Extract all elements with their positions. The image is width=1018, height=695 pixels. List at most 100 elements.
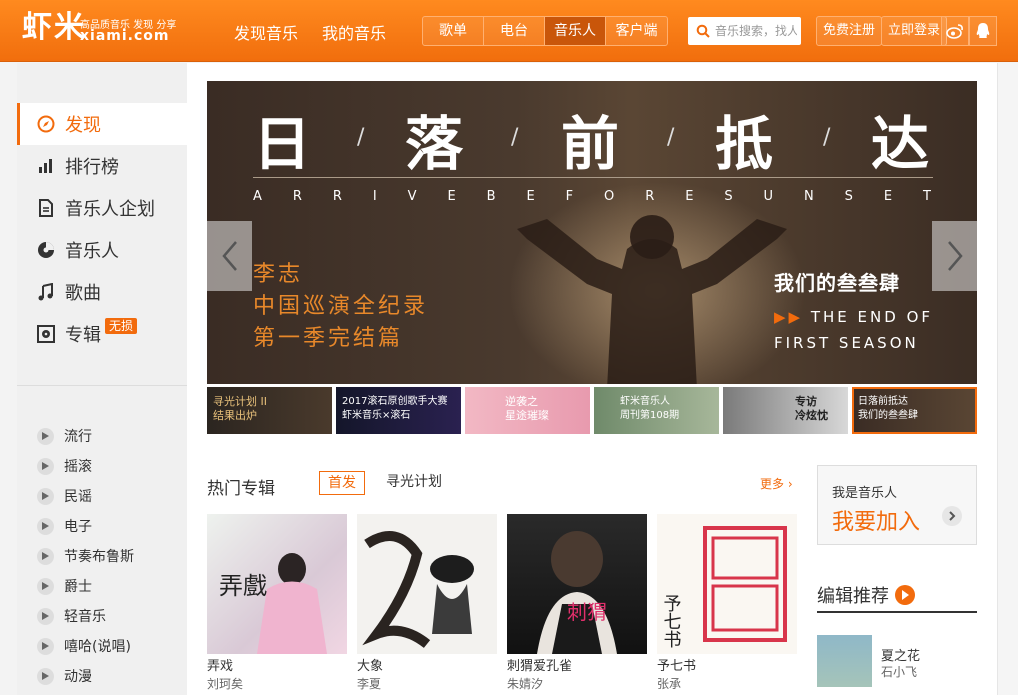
search-box — [688, 17, 801, 45]
tab-playlists[interactable]: 歌单 — [423, 17, 484, 45]
register-button[interactable]: 免费注册 — [816, 16, 883, 46]
nav-discover-music[interactable]: 发现音乐 — [234, 20, 298, 44]
sidebar-item-discover[interactable]: 发现 — [17, 103, 187, 145]
album-artist[interactable]: 张承 — [657, 678, 797, 691]
banner-thumb-active[interactable]: 日落前抵达 我们的叁叁肆 — [852, 387, 977, 434]
album-card[interactable]: 大象 李夏 — [357, 514, 497, 691]
genre-label: 摇滚 — [64, 459, 92, 475]
banner-letter: R — [292, 189, 304, 204]
album-card[interactable]: 弄戲 弄戏 刘珂矣 — [207, 514, 347, 691]
banner-slash: / — [357, 125, 365, 150]
genre-item[interactable]: 流行 — [17, 421, 187, 451]
chevron-right-icon[interactable] — [942, 506, 962, 526]
banner-letter: E — [447, 189, 458, 204]
banner-slash: / — [511, 125, 519, 150]
genre-item[interactable]: 民谣 — [17, 481, 187, 511]
genre-item[interactable]: 轻音乐 — [17, 601, 187, 631]
banner-slash: / — [823, 125, 831, 150]
album-cover[interactable] — [357, 514, 497, 654]
play-icon — [37, 517, 54, 535]
album-artist[interactable]: 刘珂矣 — [207, 678, 347, 691]
thumb-text: 2017滚石原创歌手大赛 虾米音乐×滚石 — [342, 396, 448, 421]
album-artist[interactable]: 李夏 — [357, 678, 497, 691]
editor-pick-artist[interactable]: 石小飞 — [881, 663, 917, 680]
chevron-left-icon — [221, 241, 237, 271]
genre-item[interactable]: 动漫 — [17, 661, 187, 691]
album-cover[interactable]: 予七书 — [657, 514, 797, 654]
banner-title-char: 达 — [871, 110, 930, 178]
qq-icon[interactable] — [969, 16, 997, 46]
nav-my-music[interactable]: 我的音乐 — [322, 20, 386, 44]
sidebar-item-label: 音乐人 — [65, 241, 119, 262]
login-button[interactable]: 立即登录 — [881, 16, 948, 46]
play-icon — [37, 577, 54, 595]
sidebar-item-label: 音乐人企划 — [65, 199, 155, 220]
tab-light-plan[interactable]: 寻光计划 — [378, 471, 450, 495]
genre-item[interactable]: 电子 — [17, 511, 187, 541]
play-icon — [37, 547, 54, 565]
tab-first-release[interactable]: 首发 — [319, 471, 365, 495]
editor-pick-title[interactable]: 夏之花 — [881, 645, 920, 664]
banner-letter: A — [253, 189, 264, 204]
more-link[interactable]: 更多 › — [760, 475, 793, 492]
banner-thumb[interactable]: 寻光计划 II 结果出炉 — [207, 387, 332, 434]
lossless-badge: 无损 — [105, 318, 138, 334]
album-cover[interactable]: 刺猬 — [507, 514, 647, 654]
genre-item[interactable]: 节奏布鲁斯 — [17, 541, 187, 571]
album-card[interactable]: 予七书 予七书 张承 — [657, 514, 797, 691]
thumb-text: 专访 冷炫忱 — [795, 395, 828, 422]
banner-prev-button[interactable] — [207, 221, 252, 291]
genre-item[interactable]: 摇滚 — [17, 451, 187, 481]
banner-letter: S — [844, 189, 855, 204]
album-name[interactable]: 大象 — [357, 660, 497, 674]
banner-carousel[interactable]: 日 落 前 抵 达 / / / / A R R I V E B E F O R … — [207, 81, 977, 384]
sidebar-item-musicians[interactable]: 音乐人 — [17, 229, 187, 271]
banner-left-line: 中国巡演全纪录 — [253, 294, 429, 319]
chevron-right-icon: › — [787, 477, 793, 491]
tab-radio[interactable]: 电台 — [484, 17, 545, 45]
banner-thumb[interactable]: 虾米音乐人 周刊第108期 — [594, 387, 719, 434]
play-icon[interactable] — [895, 585, 915, 605]
bar-chart-icon — [37, 157, 55, 175]
page-scrollbar[interactable] — [997, 63, 1018, 695]
banner-thumb[interactable]: 2017滚石原创歌手大赛 虾米音乐×滚石 — [336, 387, 461, 434]
weibo-icon[interactable] — [941, 16, 969, 46]
genre-item[interactable]: 爵士 — [17, 571, 187, 601]
banner-letter: T — [923, 189, 933, 204]
top-nav: 发现音乐 我的音乐 — [234, 20, 386, 44]
search-icon[interactable] — [696, 24, 710, 38]
banner-thumb[interactable]: 逆袭之 星途璀璨 — [465, 387, 590, 434]
compass-icon — [37, 115, 55, 133]
sidebar-item-label: 排行榜 — [65, 157, 119, 178]
logo-text: 虾米 — [22, 10, 86, 45]
album-name[interactable]: 刺猬爱孔雀 — [507, 660, 647, 674]
album-artist[interactable]: 朱婧汐 — [507, 678, 647, 691]
album-card[interactable]: 刺猬 刺猬爱孔雀 朱婧汐 — [507, 514, 647, 691]
join-musician-card[interactable]: 我是音乐人 我要加入 — [817, 465, 977, 545]
sidebar-item-musician-projects[interactable]: 音乐人企划 — [17, 187, 187, 229]
sidebar-item-albums[interactable]: 专辑 无损 — [17, 313, 187, 355]
editor-pick-cover[interactable] — [817, 635, 872, 687]
banner-letter: V — [407, 189, 419, 204]
chevron-right-icon — [947, 241, 963, 271]
tab-musicians[interactable]: 音乐人 — [545, 17, 606, 45]
xiami-logo[interactable]: 虾米 高品质音乐 发现 分享 xiami.com — [22, 10, 176, 46]
banner-thumb[interactable]: 专访 冷炫忱 — [723, 387, 848, 434]
banner-next-button[interactable] — [932, 221, 977, 291]
genre-item[interactable]: 嘻哈(说唱) — [17, 631, 187, 661]
search-input[interactable] — [715, 21, 797, 41]
album-cover[interactable]: 弄戲 — [207, 514, 347, 654]
editor-pick-item[interactable]: 夏之花 石小飞 — [817, 635, 977, 687]
album-name[interactable]: 予七书 — [657, 660, 797, 674]
sidebar-main-menu: 发现 排行榜 音乐人企划 音乐人 歌曲 专辑 无损 — [17, 103, 187, 355]
genre-label: 嘻哈(说唱) — [64, 639, 131, 655]
sidebar-item-label: 歌曲 — [65, 283, 101, 304]
banner-slash: / — [667, 125, 675, 150]
genre-label: 电子 — [64, 519, 92, 535]
album-name[interactable]: 弄戏 — [207, 660, 347, 674]
sidebar-item-songs[interactable]: 歌曲 — [17, 271, 187, 313]
singer-silhouette — [517, 215, 787, 384]
tab-client[interactable]: 客户端 — [606, 17, 667, 45]
banner-left-line: 李志 — [253, 262, 304, 287]
sidebar-item-charts[interactable]: 排行榜 — [17, 145, 187, 187]
